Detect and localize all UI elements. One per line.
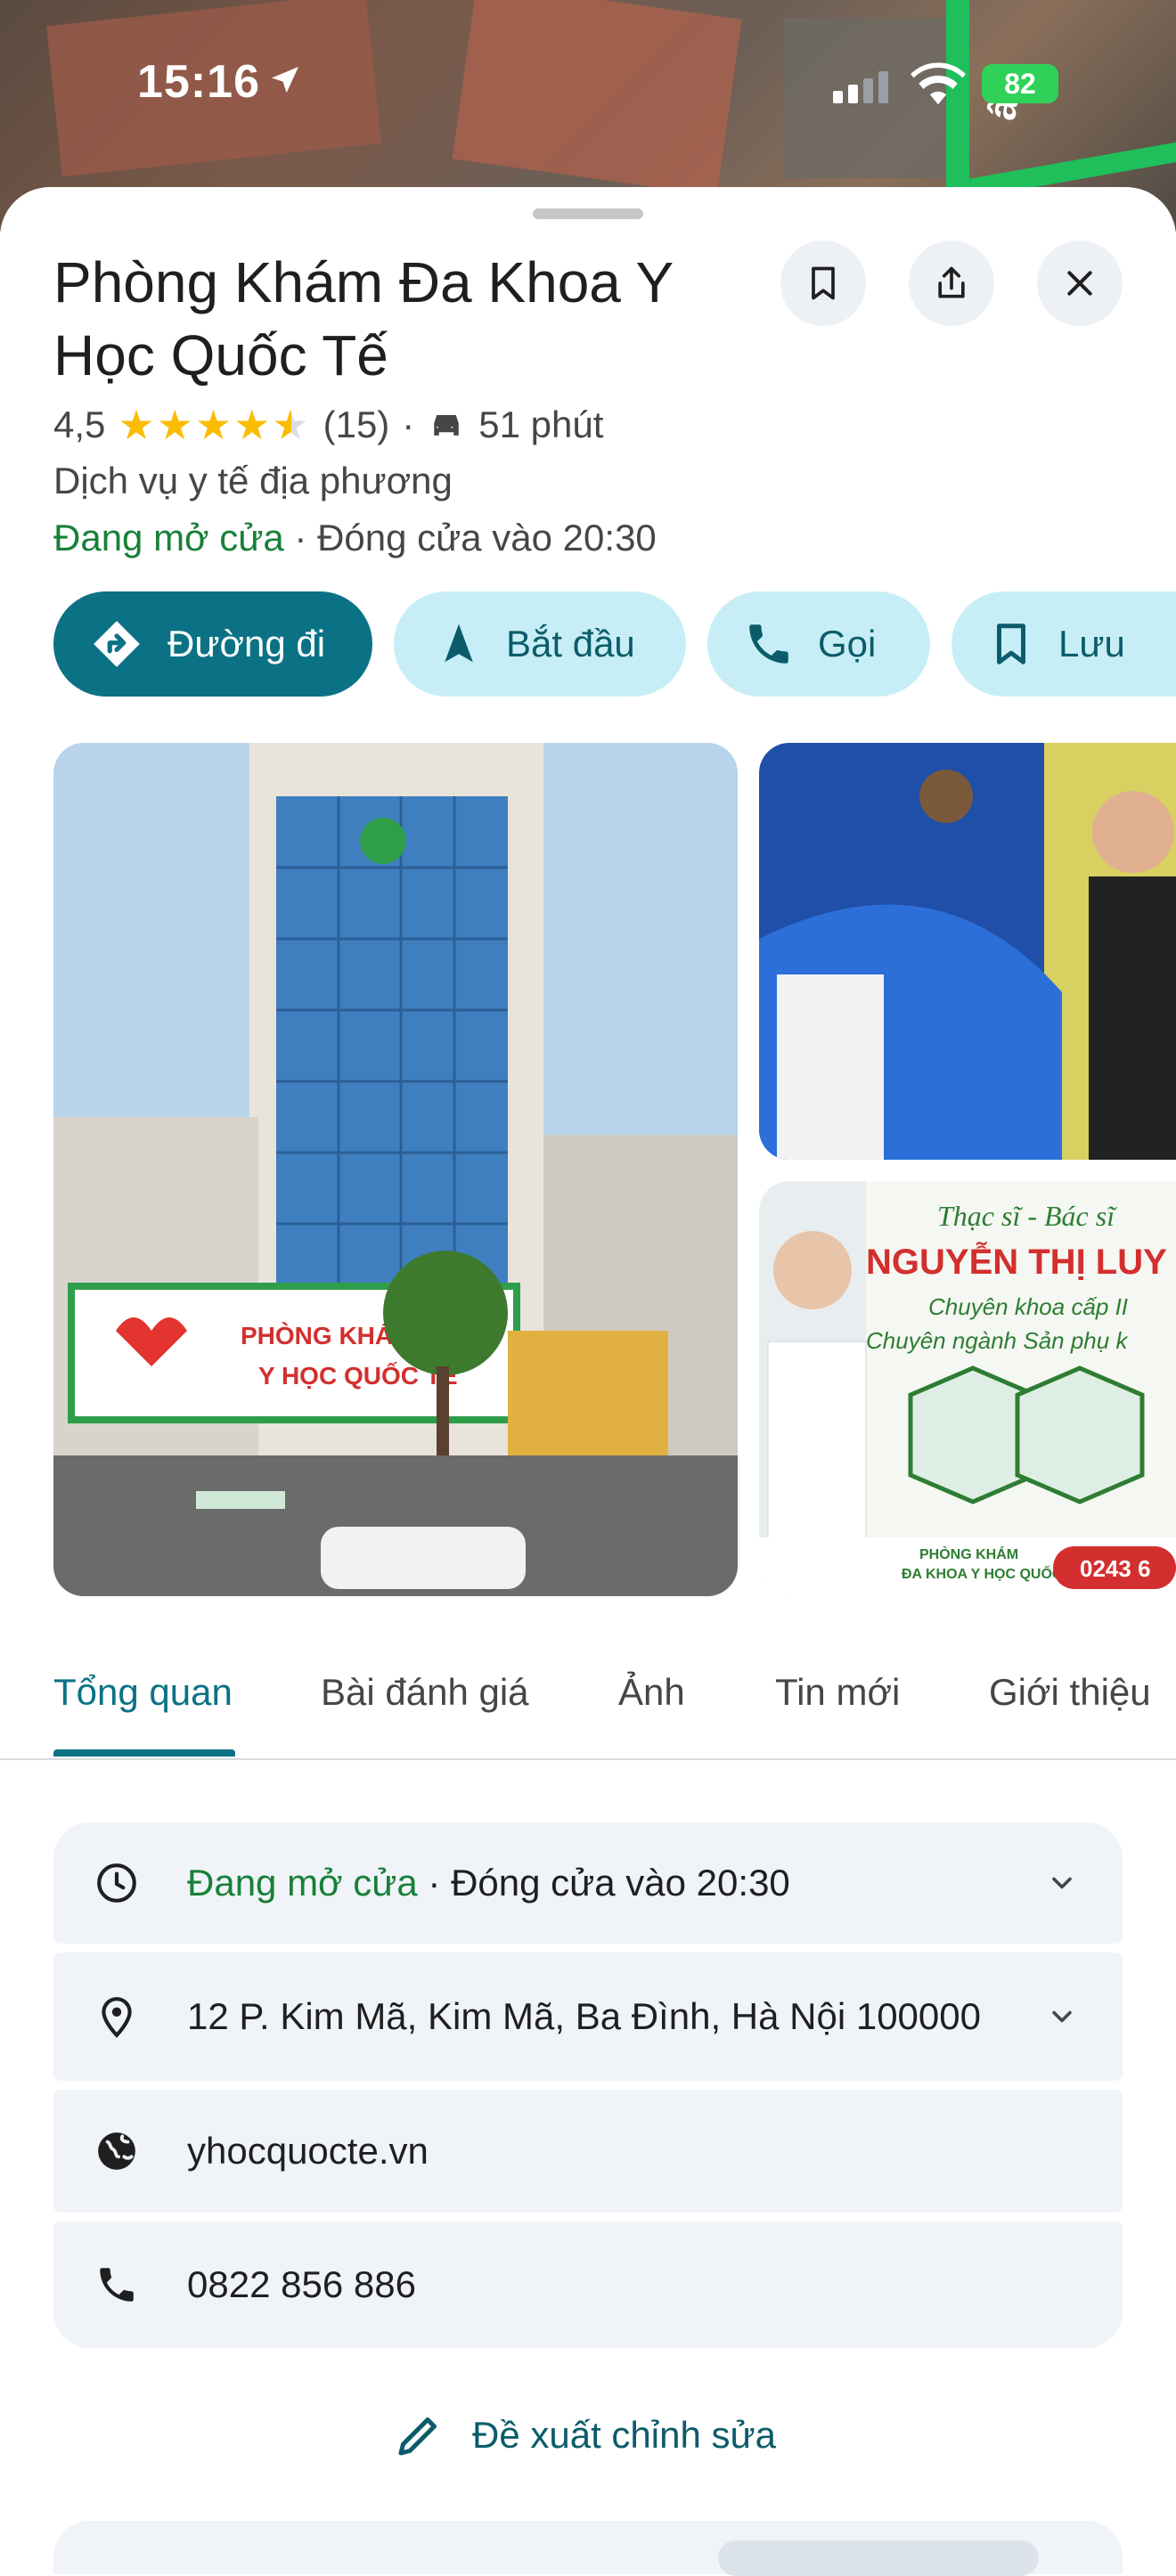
banner-line-2: Chuyên ngành Sản phụ k <box>866 1327 1129 1354</box>
photo-doctor-banner[interactable]: Thạc sĩ - Bác sĩ NGUYỄN THỊ LUY Chuyên k… <box>759 1181 1176 1596</box>
photo-building[interactable]: PHÒNG KHÁM Y HỌC QUỐC TẾ <box>53 743 738 1596</box>
address-row[interactable]: 12 P. Kim Mã, Kim Mã, Ba Đình, Hà Nội 10… <box>53 1952 1123 2081</box>
banner-title: Thạc sĩ - Bác sĩ <box>937 1200 1117 1232</box>
suggest-edit-link[interactable]: Đề xuất chỉnh sửa <box>392 2409 776 2462</box>
status-bar: 15:16 82 <box>0 0 1176 169</box>
banner-phone: 0243 6 <box>1080 1555 1151 1582</box>
photo-tv-show[interactable] <box>759 743 1176 1160</box>
drive-time: 51 phút <box>478 404 604 445</box>
place-category: Dịch vụ y tế địa phương <box>53 460 453 501</box>
tv-show-image <box>759 743 1176 1160</box>
banner-footer-1: PHÒNG KHÁM <box>919 1545 1018 1562</box>
location-arrow-icon <box>272 67 298 94</box>
share-button[interactable] <box>909 240 994 326</box>
place-tabs: Tổng quan Bài đánh giá Ảnh Tin mới Giới … <box>0 1628 1176 1760</box>
hours-summary[interactable]: Đang mở cửa · Đóng cửa vào 20:30 <box>53 517 657 559</box>
close-info: · Đóng cửa vào 20:30 <box>283 517 657 558</box>
bookmark-icon <box>812 266 835 300</box>
pencil-icon <box>398 2417 437 2456</box>
share-icon <box>938 266 965 298</box>
start-button[interactable]: Bắt đầu <box>394 591 686 697</box>
place-title: Phòng Khám Đa Khoa Y Học Quốc Tế <box>53 250 674 387</box>
hours-open-status: Đang mở cửa <box>187 1862 418 1903</box>
cellular-signal-icon <box>833 71 888 103</box>
next-section-card <box>53 2521 1123 2576</box>
wifi-icon <box>911 62 966 105</box>
directions-icon <box>94 621 140 667</box>
tab-updates[interactable]: Tin mới <box>775 1671 900 1714</box>
phone-number: 0822 856 886 <box>187 2263 416 2305</box>
suggest-edit-label: Đề xuất chỉnh sửa <box>472 2414 776 2456</box>
phone-row[interactable]: 0822 856 886 <box>53 2221 1123 2348</box>
open-status: Đang mở cửa <box>53 517 284 558</box>
close-button[interactable] <box>1037 240 1123 326</box>
location-pin-icon <box>102 1997 132 2038</box>
save-label: Lưu <box>1058 623 1125 664</box>
separator-dot: · <box>402 404 415 445</box>
banner-line-1: Chuyên khoa cấp II <box>928 1293 1128 1320</box>
star-rating[interactable]: ★★★★★ <box>118 401 310 449</box>
save-icon-button[interactable] <box>780 240 866 326</box>
status-time: 15:16 <box>137 56 260 108</box>
bookmark-icon <box>997 624 1025 664</box>
battery-level: 82 <box>1004 68 1036 100</box>
tab-photos[interactable]: Ảnh <box>618 1671 685 1714</box>
rating-row: 4,5 ★★★★★ (15) · 51 phút <box>53 401 603 449</box>
directions-button[interactable]: Đường đi <box>53 591 372 697</box>
battery-indicator: 82 <box>982 64 1058 103</box>
sheet-grabber[interactable] <box>533 208 643 219</box>
chevron-down-icon <box>1052 1877 1072 1889</box>
review-count[interactable]: (15) <box>323 404 390 446</box>
navigation-icon <box>445 624 473 663</box>
hours-row[interactable]: Đang mở cửa · Đóng cửa vào 20:30 <box>53 1822 1123 1944</box>
tab-about[interactable]: Giới thiệu <box>989 1671 1151 1714</box>
tab-overview[interactable]: Tổng quan <box>53 1671 233 1714</box>
active-tab-indicator <box>53 1749 235 1757</box>
rating-value: 4,5 <box>53 404 106 445</box>
tab-reviews[interactable]: Bài đánh giá <box>321 1671 529 1714</box>
car-icon <box>434 415 460 436</box>
call-label: Gọi <box>818 623 877 664</box>
doctor-banner-image: Thạc sĩ - Bác sĩ NGUYỄN THỊ LUY Chuyên k… <box>759 1181 1176 1596</box>
save-button[interactable]: Lưu <box>951 591 1176 697</box>
phone-icon <box>749 624 788 664</box>
address-text: 12 P. Kim Mã, Kim Mã, Ba Đình, Hà Nội 10… <box>187 1995 981 2037</box>
website-row[interactable]: yhocquocte.vn <box>53 2090 1123 2213</box>
hours-close-info: · Đóng cửa vào 20:30 <box>417 1862 790 1903</box>
half-star-icon: ★ <box>272 402 311 448</box>
clock-icon <box>97 1863 136 1903</box>
building-photo-image: PHÒNG KHÁM Y HỌC QUỐC TẾ <box>53 743 738 1596</box>
close-icon <box>1067 271 1092 296</box>
start-label: Bắt đầu <box>506 623 635 664</box>
website-link: yhocquocte.vn <box>187 2130 429 2172</box>
phone-icon <box>100 2268 134 2302</box>
globe-icon <box>98 2132 135 2170</box>
placeholder-pill <box>718 2540 1039 2576</box>
chevron-down-icon <box>1052 2010 1072 2023</box>
banner-name: NGUYỄN THỊ LUY <box>866 1241 1167 1282</box>
call-button[interactable]: Gọi <box>707 591 930 697</box>
directions-label: Đường đi <box>167 623 326 664</box>
